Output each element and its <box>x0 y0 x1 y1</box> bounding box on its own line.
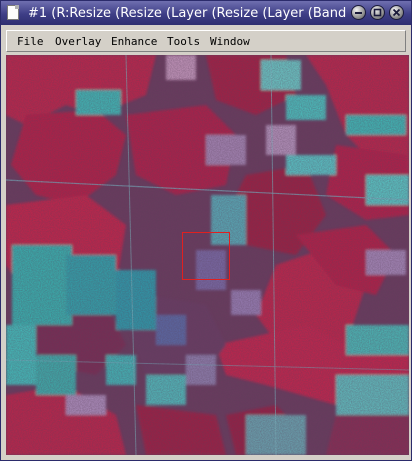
menu-enhance[interactable]: Enhance <box>111 34 157 49</box>
close-button[interactable] <box>389 5 404 20</box>
maximize-button[interactable] <box>370 5 385 20</box>
image-window: #1 (R:Resize (Resize (Layer (Resize (Lay… <box>0 0 412 461</box>
zoom-box-indicator[interactable] <box>182 232 230 280</box>
menu-file[interactable]: File <box>17 34 44 49</box>
satellite-image-display[interactable] <box>6 55 409 455</box>
title-bar[interactable]: #1 (R:Resize (Resize (Layer (Resize (Lay… <box>1 1 411 25</box>
minimize-button[interactable] <box>351 5 366 20</box>
menu-bar: File Overlay Enhance Tools Window <box>6 30 406 52</box>
minimize-icon <box>355 12 362 14</box>
document-icon[interactable] <box>7 5 19 20</box>
menu-overlay[interactable]: Overlay <box>55 34 101 49</box>
menu-window[interactable]: Window <box>210 34 250 49</box>
window-title: #1 (R:Resize (Resize (Layer (Resize (Lay… <box>28 6 346 21</box>
maximize-icon <box>373 8 382 17</box>
menu-tools[interactable]: Tools <box>167 34 200 49</box>
close-icon <box>392 8 401 17</box>
